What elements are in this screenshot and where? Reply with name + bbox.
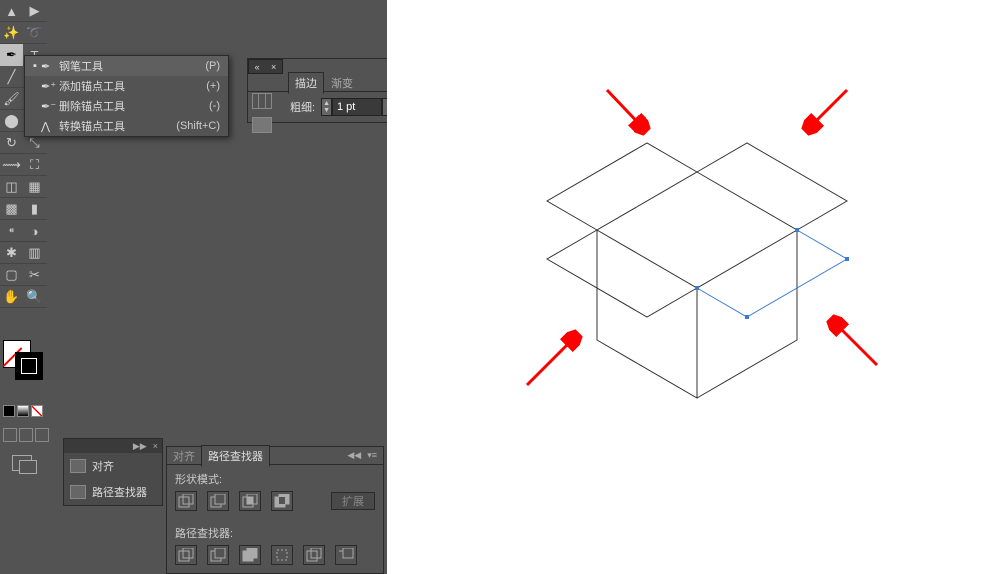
pathfinder-panel: 对齐 路径查找器 ◀◀ ▾≡ 形状模式: 扩展 路径查找器: [166,446,384,574]
close-icon[interactable]: × [271,62,276,72]
tab-stroke[interactable]: 描边 [288,72,324,94]
expand-button[interactable]: 扩展 [331,492,375,510]
flyout-add-anchor-tool[interactable]: ✒⁺ 添加锚点工具 (+) [25,76,228,96]
outline-button[interactable] [303,545,325,565]
rotate-tool-icon[interactable]: ↻ [0,132,23,154]
gradient-mode-icon[interactable] [17,405,29,417]
collapse-arrows-icon[interactable]: ◀◀ [347,450,361,461]
divide-button[interactable] [175,545,197,565]
flyout-shortcut: (+) [206,80,220,92]
eyedropper-tool-icon[interactable]: ⁌ [0,220,23,242]
flyout-pen-tool[interactable]: ▪ ✒ 钢笔工具 (P) [25,56,228,76]
lasso-tool-icon[interactable]: ➰ [23,22,46,44]
merge-button[interactable] [239,545,261,565]
collapse-arrows-icon: « [255,62,260,72]
none-mode-icon[interactable] [31,405,43,417]
stroke-panel-icon-2[interactable] [252,117,272,133]
unite-button[interactable] [175,491,197,511]
flyout-label: 转换锚点工具 [59,118,176,134]
expand-arrows-icon[interactable]: ▶▶ [133,441,147,452]
pen-minus-icon: ✒⁻ [41,100,59,113]
stepper-arrows-icon[interactable]: ▲▼ [321,98,332,116]
pen-plus-icon: ✒⁺ [41,80,59,93]
free-transform-tool-icon[interactable]: ⛶ [23,154,46,176]
exclude-button[interactable] [271,491,293,511]
stroke-panel-icon-1[interactable] [252,93,272,109]
stroke-swatch[interactable] [15,352,43,380]
gradient-tool-icon[interactable]: ▮ [23,198,46,220]
close-icon[interactable]: × [153,441,158,451]
collapsed-label: 对齐 [92,458,114,474]
hand-tool-icon[interactable]: ✋ [0,286,23,308]
color-swatches[interactable] [3,340,43,380]
tab-pathfinder[interactable]: 路径查找器 [201,445,270,467]
blend-tool-icon[interactable]: ◑ [23,220,46,242]
brush-tool-icon[interactable]: 🖌 [0,88,23,110]
direct-selection-tool-icon[interactable]: ▶ [23,0,46,22]
width-tool-icon[interactable]: ⟿ [0,154,23,176]
crop-button[interactable] [271,545,293,565]
tab-gradient[interactable]: 渐变 [324,72,360,94]
convert-anchor-icon: ⋀ [41,120,59,133]
flyout-label: 删除锚点工具 [59,98,209,114]
graph-tool-icon[interactable]: ▥ [23,242,46,264]
trim-button[interactable] [207,545,229,565]
weight-label: 粗细: [290,99,315,115]
flyout-convert-anchor-tool[interactable]: ⋀ 转换锚点工具 (Shift+C) [25,116,228,136]
minus-back-button[interactable] [335,545,357,565]
shape-builder-tool-icon[interactable]: ◫ [0,176,23,198]
symbol-sprayer-tool-icon[interactable]: ✱ [0,242,23,264]
minus-front-button[interactable] [207,491,229,511]
selected-marker-icon: ▪ [33,60,41,72]
draw-normal-icon[interactable] [3,428,17,442]
pathfinder-icon [70,485,86,499]
flyout-shortcut: (Shift+C) [176,120,220,132]
pen-tool-flyout: ▪ ✒ 钢笔工具 (P) ✒⁺ 添加锚点工具 (+) ✒⁻ 删除锚点工具 (-)… [24,55,229,137]
collapsed-label: 路径查找器 [92,484,147,500]
flyout-shortcut: (P) [205,60,220,72]
weight-input[interactable]: ▲▼ 1 pt ▼ [321,98,396,116]
flyout-delete-anchor-tool[interactable]: ✒⁻ 删除锚点工具 (-) [25,96,228,116]
align-icon [70,459,86,473]
pathfinders-label: 路径查找器: [167,519,383,543]
screen-mode-icon[interactable] [12,455,32,471]
mesh-tool-icon[interactable]: ▩ [0,198,23,220]
line-tool-icon[interactable]: ╱ [0,66,23,88]
draw-inside-icon[interactable] [35,428,49,442]
flyout-label: 钢笔工具 [59,58,205,74]
blob-brush-tool-icon[interactable]: ⬤ [0,110,23,132]
panel-collapse-bar[interactable]: « × [248,59,283,74]
canvas[interactable] [387,0,1000,574]
panel-menu-icon[interactable]: ▾≡ [367,450,377,461]
pen-icon: ✒ [41,60,59,73]
shape-modes-label: 形状模式: [167,465,383,489]
collapsed-align-row[interactable]: 对齐 [64,453,162,479]
artwork [387,0,1000,574]
collapsed-panel-group: ▶▶ × 对齐 路径查找器 [63,438,163,506]
artboard-tool-icon[interactable]: ▢ [0,264,23,286]
pen-tool-icon[interactable]: ✒ [0,44,23,66]
slice-tool-icon[interactable]: ✂ [23,264,46,286]
flyout-shortcut: (-) [209,100,220,112]
tab-align[interactable]: 对齐 [167,446,201,466]
intersect-button[interactable] [239,491,261,511]
flyout-label: 添加锚点工具 [59,78,206,94]
zoom-tool-icon[interactable]: 🔍 [23,286,46,308]
screen-mode-icons[interactable] [3,428,49,442]
weight-value[interactable]: 1 pt [332,98,382,116]
collapsed-pathfinder-row[interactable]: 路径查找器 [64,479,162,505]
color-mode-icon[interactable] [3,405,15,417]
draw-mode-icons[interactable] [3,405,43,417]
draw-behind-icon[interactable] [19,428,33,442]
selection-tool-icon[interactable]: ▲ [0,0,23,22]
magic-wand-tool-icon[interactable]: ✨ [0,22,23,44]
perspective-tool-icon[interactable]: ▦ [23,176,46,198]
